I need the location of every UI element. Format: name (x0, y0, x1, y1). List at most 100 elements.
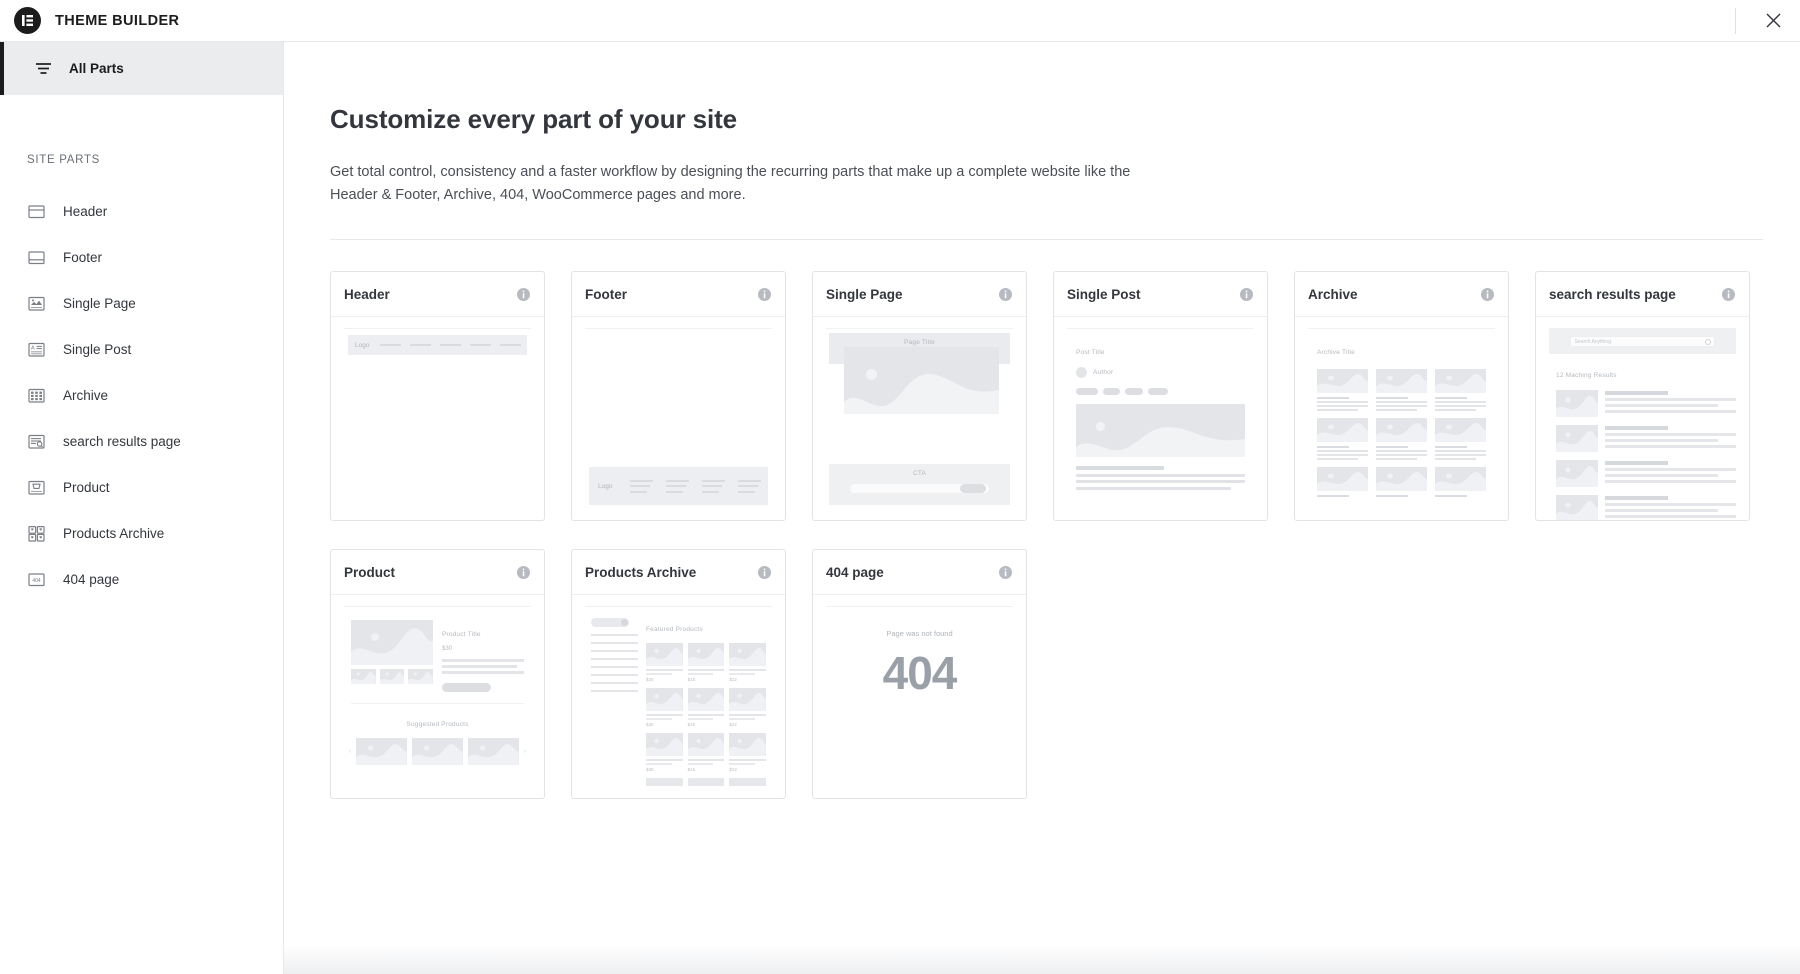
list-item (1317, 467, 1368, 497)
logo-label: Logo (355, 342, 369, 349)
list-item (1435, 418, 1486, 460)
card-preview: Product Title $30 Suggested Products (331, 595, 544, 798)
card-header[interactable]: Header Logo (330, 271, 545, 521)
info-icon[interactable] (1721, 287, 1736, 302)
sidebar-item-product[interactable]: Product (0, 464, 283, 510)
svg-text:A: A (31, 345, 35, 351)
card-product[interactable]: Product (330, 549, 545, 799)
logo-label: Logo (598, 483, 612, 490)
sidebar-item-label: Products Archive (63, 526, 164, 541)
elementor-logo-icon (14, 7, 41, 34)
sidebar-item-products-archive[interactable]: Products Archive (0, 510, 283, 556)
info-icon[interactable] (998, 565, 1013, 580)
card-preview: Logo (331, 317, 544, 520)
divider (330, 239, 1763, 240)
sidebar-item-label: Single Post (63, 342, 131, 357)
search-input[interactable]: Search Anything (1570, 336, 1716, 347)
info-icon[interactable] (516, 565, 531, 580)
product-price: $15 (688, 677, 725, 682)
product-price: $30 (646, 722, 683, 727)
filter-toggle[interactable] (591, 618, 629, 627)
sidebar-item-archive[interactable]: Archive (0, 372, 283, 418)
archive-icon (27, 386, 46, 405)
add-to-cart-button[interactable] (442, 683, 491, 692)
list-item (1556, 460, 1736, 487)
product-price: $22 (729, 767, 766, 772)
card-title: Single Page (826, 287, 903, 302)
info-icon[interactable] (1239, 287, 1254, 302)
card-preview: Featured Products $30 $15 $22 $30 $15 $2… (572, 595, 785, 798)
info-icon[interactable] (1480, 287, 1495, 302)
card-single-page[interactable]: Single Page Page Title (812, 271, 1027, 521)
product-price: $30 (646, 677, 683, 682)
list-item: $22 (729, 643, 766, 682)
page-title: Customize every part of your site (330, 104, 1760, 135)
card-header-bar: Footer (572, 272, 785, 317)
svg-text:404: 404 (32, 578, 41, 584)
single-post-icon: A (27, 340, 46, 359)
bottom-fade (284, 944, 1800, 974)
sidebar-item-label: 404 page (63, 572, 119, 587)
card-header-bar: Single Post (1054, 272, 1267, 317)
list-item: $30 (646, 643, 683, 682)
card-footer[interactable]: Footer Logo (571, 271, 786, 521)
wireframe-product-image (351, 620, 433, 665)
card-preview: Page Title CTA (813, 317, 1026, 520)
sidebar-item-footer[interactable]: Footer (0, 234, 283, 280)
top-bar: THEME BUILDER (0, 0, 1800, 42)
featured-products-label: Featured Products (646, 626, 703, 633)
list-item: $22 (729, 688, 766, 727)
brand: THEME BUILDER (0, 7, 179, 34)
sidebar-item-label: search results page (63, 434, 181, 449)
sidebar-item-single-post[interactable]: A Single Post (0, 326, 283, 372)
card-title: Header (344, 287, 390, 302)
carousel-next-arrow[interactable]: › (524, 748, 526, 755)
close-icon[interactable] (1752, 0, 1794, 42)
product-icon (27, 478, 46, 497)
site-parts-grid: Header Logo (330, 271, 1760, 799)
wireframe-404: Page was not found 404 (826, 607, 1013, 700)
wireframe-product-detail: Product Title $30 (344, 607, 531, 692)
list-item (1376, 418, 1427, 460)
card-preview: Page was not found 404 (813, 595, 1026, 798)
list-item (1435, 369, 1486, 411)
info-icon[interactable] (757, 565, 772, 580)
list-item: $30 (646, 733, 683, 772)
products-archive-icon (27, 524, 46, 543)
wireframe-nav-links (380, 344, 521, 346)
carousel-prev-arrow[interactable]: ‹ (349, 748, 351, 755)
card-single-post[interactable]: Single Post Post Title Author (1053, 271, 1268, 521)
wireframe-product-thumbs (351, 669, 433, 684)
sidebar-item-404-page[interactable]: 404 404 page (0, 556, 283, 602)
sidebar-item-single-page[interactable]: Single Page (0, 280, 283, 326)
card-title: Archive (1308, 287, 1358, 302)
card-header-bar: Single Page (813, 272, 1026, 317)
sidebar-item-label: Single Page (63, 296, 136, 311)
card-header-bar: Products Archive (572, 550, 785, 595)
wireframe-header-bar: Logo (348, 335, 527, 355)
info-icon[interactable] (516, 287, 531, 302)
card-404-page[interactable]: 404 page Page was not found 404 (812, 549, 1027, 799)
sidebar-item-all-parts[interactable]: All Parts (0, 42, 283, 95)
search-placeholder: Search Anything (1575, 339, 1611, 345)
info-icon[interactable] (757, 287, 772, 302)
sidebar-item-label: Archive (63, 388, 108, 403)
card-archive[interactable]: Archive Archive Title (1294, 271, 1509, 521)
card-preview: Archive Title (1295, 317, 1508, 520)
search-results-icon (27, 432, 46, 451)
app-shell: All Parts SITE PARTS Header (0, 42, 1800, 974)
wireframe-filter-sidebar (591, 618, 638, 786)
card-search-results-page[interactable]: search results page Search Anything (1535, 271, 1750, 521)
suggested-products-heading: Suggested Products (344, 713, 531, 731)
wireframe-archive: Archive Title (1308, 329, 1495, 497)
wireframe-search-bar: Search Anything (1549, 329, 1736, 354)
card-products-archive[interactable]: Products Archive (571, 549, 786, 799)
card-header-bar: search results page (1536, 272, 1749, 317)
info-icon[interactable] (998, 287, 1013, 302)
product-price: $30 (442, 646, 524, 652)
list-item (1556, 495, 1736, 520)
single-page-icon (27, 294, 46, 313)
sidebar-item-search-results-page[interactable]: search results page (0, 418, 283, 464)
list-item (1556, 390, 1736, 417)
sidebar-item-header[interactable]: Header (0, 188, 283, 234)
